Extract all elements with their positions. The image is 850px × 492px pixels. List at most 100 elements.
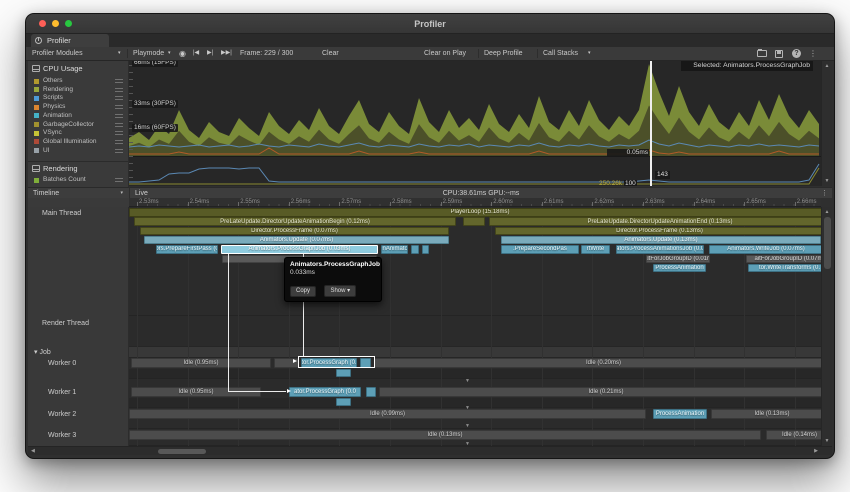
timeline-bar[interactable]: Director.ProcessFrame (0.13ms) xyxy=(495,227,821,236)
timeline-bar[interactable]: Idle (0.13ms) xyxy=(711,409,821,419)
timeline-bar[interactable]: aitForJobGroupID (0.07m xyxy=(746,255,821,264)
time-ruler[interactable]: 2.53ms2.54ms2.55ms2.56ms2.57ms2.58ms2.59… xyxy=(129,198,821,207)
scrollbar-handle[interactable] xyxy=(824,217,831,269)
legend-item-ui[interactable]: UI xyxy=(34,147,126,155)
timeline-bar[interactable]: Animators.WriteJob (0.07ms) xyxy=(709,245,821,254)
timeline-bar[interactable] xyxy=(336,369,351,377)
legend-drag-handle-icon[interactable] xyxy=(115,79,123,83)
legend-drag-handle-icon[interactable] xyxy=(115,140,123,144)
legend-item-others[interactable]: Others xyxy=(34,77,126,85)
legend-item-batches-count[interactable]: Batches Count xyxy=(34,176,126,184)
timeline-bar[interactable]: Idle (0.95ms) xyxy=(131,358,271,368)
call-stacks-dropdown[interactable]: Call Stacks xyxy=(543,47,578,60)
chart-scrollbar[interactable]: ▲ ▼ xyxy=(821,61,832,186)
current-frame-icon[interactable]: ▶▶| xyxy=(221,47,232,60)
legend-drag-handle-icon[interactable] xyxy=(115,88,123,92)
chevron-down-icon[interactable]: ▾ xyxy=(168,47,171,60)
legend-item-garbagecollector[interactable]: GarbageCollector xyxy=(34,121,126,129)
flow-marker-icon[interactable]: ▼ xyxy=(465,406,470,411)
timeline-scrollbar[interactable]: ▲ ▼ xyxy=(821,207,832,446)
timeline-bar[interactable]: rtWrite xyxy=(581,245,610,254)
timeline-bar[interactable]: Idle (0.21ms) xyxy=(379,387,821,397)
timeline-hscrollbar[interactable]: ◀ ▶ xyxy=(28,446,832,455)
legend-drag-handle-icon[interactable] xyxy=(115,149,123,153)
thread-label-job[interactable]: ▾ Job xyxy=(34,348,51,356)
save-profile-icon[interactable] xyxy=(775,50,783,58)
timeline-bar[interactable] xyxy=(463,217,485,226)
legend-item-animation[interactable]: Animation xyxy=(34,112,126,120)
profiler-charts[interactable]: 66ms (15FPS) 33ms (30FPS) 16ms (60FPS) 0… xyxy=(129,61,821,186)
timeline-bar[interactable]: Idle (0.14ms) xyxy=(766,430,821,440)
timeline-bar[interactable]: ProcessAnimation xyxy=(653,264,706,273)
scroll-down-icon[interactable]: ▼ xyxy=(822,177,832,185)
scroll-right-icon[interactable]: ▶ xyxy=(814,447,818,456)
timeline-bar[interactable]: Animators.Update (0.13ms) xyxy=(501,236,821,245)
timeline-bar[interactable]: PreLateUpdate.DirectorUpdateAnimationEnd… xyxy=(489,217,821,226)
timeline-view-dropdown[interactable]: Timeline ▾ xyxy=(28,187,129,198)
scroll-up-icon[interactable]: ▲ xyxy=(822,208,832,216)
timeline-bar[interactable]: ProcessAnimation xyxy=(653,409,707,419)
timeline-track[interactable]: ▼ ▼ ▼ ▼ Animators.ProcessGraphJob 0.033m… xyxy=(129,207,821,446)
kebab-menu-icon[interactable]: ⋮ xyxy=(821,188,828,199)
legend-drag-handle-icon[interactable] xyxy=(115,105,123,109)
timeline-bar[interactable]: Animators.Update (0.07ms) xyxy=(144,236,449,245)
timeline-bar[interactable]: aitForJobGroupID (0.01m xyxy=(646,255,710,264)
window-titlebar[interactable]: Profiler xyxy=(26,14,834,34)
deep-profile-button[interactable]: Deep Profile xyxy=(484,47,523,60)
timeline-bar[interactable] xyxy=(336,398,351,406)
clear-button[interactable]: Clear xyxy=(322,47,339,60)
selected-frame-line[interactable] xyxy=(650,61,652,186)
tab-profiler[interactable]: Profiler xyxy=(31,34,109,47)
scroll-up-icon[interactable]: ▲ xyxy=(822,62,832,70)
timeline-bar[interactable]: Idle (0.20ms) xyxy=(374,358,821,368)
profiler-modules-dropdown[interactable]: Profiler Modules xyxy=(32,47,83,60)
legend-item-vsync[interactable]: VSync xyxy=(34,129,126,137)
timeline-bar[interactable] xyxy=(411,245,419,254)
legend-item-global-illumination[interactable]: Global Illumination xyxy=(34,138,126,146)
flow-marker-icon[interactable]: ▼ xyxy=(465,379,470,384)
prev-frame-icon[interactable]: |◀ xyxy=(193,47,199,60)
legend-item-physics[interactable]: Physics xyxy=(34,103,126,111)
timeline-bar[interactable] xyxy=(366,387,376,397)
record-icon[interactable]: ◉ xyxy=(179,47,186,60)
timeline-bar[interactable]: PlayerLoop (15.18ms) xyxy=(129,208,821,217)
legend-drag-handle-icon[interactable] xyxy=(115,96,123,100)
scrollbar-handle[interactable] xyxy=(158,449,206,454)
timeline-bar[interactable]: Idle (0.13ms) xyxy=(129,430,761,440)
flow-marker-icon[interactable]: ▼ xyxy=(465,424,470,429)
timeline-bar[interactable]: .PrepareSecondPas xyxy=(501,245,579,254)
timeline-bar[interactable]: Idle (0.95ms) xyxy=(131,387,261,397)
legend-item-scripts[interactable]: Scripts xyxy=(34,94,126,102)
copy-button[interactable]: Copy xyxy=(290,286,316,297)
timeline-bar[interactable]: Idle (0.99ms) xyxy=(129,409,646,419)
scroll-left-icon[interactable]: ◀ xyxy=(31,447,35,456)
playmode-dropdown[interactable]: Playmode xyxy=(133,47,164,60)
show-dropdown-button[interactable]: Show ▾ xyxy=(324,285,356,297)
chevron-down-icon[interactable]: ▾ xyxy=(588,47,591,60)
timeline-bar[interactable]: PreLateUpdate.DirectorUpdateAnimationBeg… xyxy=(134,217,456,226)
rendering-chart[interactable] xyxy=(129,157,821,186)
legend-drag-handle-icon[interactable] xyxy=(115,131,123,135)
timeline-bar[interactable]: Animators.ProcessAnimationsJob (0.03ms) xyxy=(616,245,704,254)
module-cpu-header[interactable]: CPU Usage xyxy=(32,64,83,74)
load-profile-icon[interactable] xyxy=(757,50,767,57)
timeline-bar[interactable]: tor.WriteTransforms (0. xyxy=(748,264,821,273)
timeline-bar-selected[interactable]: Animators.ProcessGraphJob (0.03ms) xyxy=(221,245,378,254)
next-frame-icon[interactable]: ▶| xyxy=(207,47,213,60)
help-icon[interactable]: ? xyxy=(792,49,801,58)
legend-drag-handle-icon[interactable] xyxy=(115,114,123,118)
clear-on-play-button[interactable]: Clear on Play xyxy=(424,47,466,60)
cpu-usage-chart[interactable] xyxy=(129,61,821,156)
module-rendering-header[interactable]: Rendering xyxy=(32,164,78,174)
flow-marker-icon[interactable]: ▼ xyxy=(465,442,470,446)
legend-item-rendering[interactable]: Rendering xyxy=(34,86,126,94)
chevron-down-icon[interactable]: ▾ xyxy=(118,47,121,60)
legend-drag-handle-icon[interactable] xyxy=(115,178,123,182)
scroll-down-icon[interactable]: ▼ xyxy=(822,437,832,445)
timeline-bar[interactable]: ator.ProcessGraph (0.0 xyxy=(289,387,361,397)
timeline-bar[interactable] xyxy=(422,245,429,254)
timeline-bar[interactable]: tors.PrepareFirstPass (0. xyxy=(156,245,218,254)
timeline-bar[interactable]: Director.ProcessFrame (0.07ms) xyxy=(140,227,449,236)
legend-drag-handle-icon[interactable] xyxy=(115,123,123,127)
kebab-menu-icon[interactable]: ⋮ xyxy=(809,47,817,60)
